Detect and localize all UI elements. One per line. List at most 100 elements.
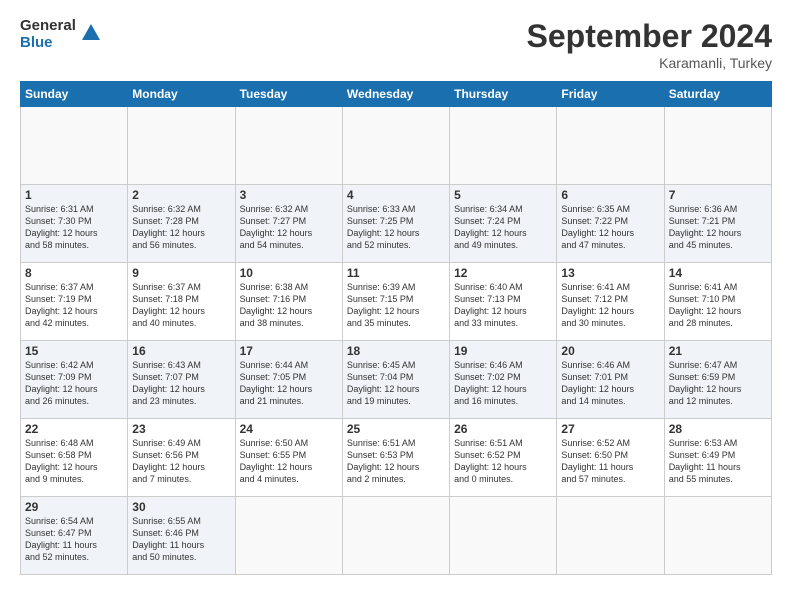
day-cell: 10Sunrise: 6:38 AMSunset: 7:16 PMDayligh… bbox=[235, 263, 342, 341]
day-cell: 26Sunrise: 6:51 AMSunset: 6:52 PMDayligh… bbox=[450, 419, 557, 497]
day-cell: 8Sunrise: 6:37 AMSunset: 7:19 PMDaylight… bbox=[21, 263, 128, 341]
day-cell: 6Sunrise: 6:35 AMSunset: 7:22 PMDaylight… bbox=[557, 185, 664, 263]
day-info: Sunrise: 6:37 AMSunset: 7:18 PMDaylight:… bbox=[132, 281, 230, 330]
day-number: 15 bbox=[25, 344, 123, 358]
logo-general: General bbox=[20, 18, 76, 35]
week-row-0 bbox=[21, 107, 772, 185]
day-cell: 4Sunrise: 6:33 AMSunset: 7:25 PMDaylight… bbox=[342, 185, 449, 263]
day-info: Sunrise: 6:41 AMSunset: 7:10 PMDaylight:… bbox=[669, 281, 767, 330]
day-cell bbox=[557, 497, 664, 575]
day-cell: 7Sunrise: 6:36 AMSunset: 7:21 PMDaylight… bbox=[664, 185, 771, 263]
day-number: 7 bbox=[669, 188, 767, 202]
day-number: 22 bbox=[25, 422, 123, 436]
day-info: Sunrise: 6:48 AMSunset: 6:58 PMDaylight:… bbox=[25, 437, 123, 486]
col-monday: Monday bbox=[128, 82, 235, 107]
day-info: Sunrise: 6:34 AMSunset: 7:24 PMDaylight:… bbox=[454, 203, 552, 252]
day-number: 11 bbox=[347, 266, 445, 280]
day-cell bbox=[128, 107, 235, 185]
day-info: Sunrise: 6:41 AMSunset: 7:12 PMDaylight:… bbox=[561, 281, 659, 330]
day-info: Sunrise: 6:54 AMSunset: 6:47 PMDaylight:… bbox=[25, 515, 123, 564]
col-thursday: Thursday bbox=[450, 82, 557, 107]
day-cell: 11Sunrise: 6:39 AMSunset: 7:15 PMDayligh… bbox=[342, 263, 449, 341]
day-cell: 29Sunrise: 6:54 AMSunset: 6:47 PMDayligh… bbox=[21, 497, 128, 575]
calendar-table: Sunday Monday Tuesday Wednesday Thursday… bbox=[20, 81, 772, 575]
day-cell: 3Sunrise: 6:32 AMSunset: 7:27 PMDaylight… bbox=[235, 185, 342, 263]
week-row-5: 29Sunrise: 6:54 AMSunset: 6:47 PMDayligh… bbox=[21, 497, 772, 575]
day-info: Sunrise: 6:32 AMSunset: 7:28 PMDaylight:… bbox=[132, 203, 230, 252]
day-cell: 17Sunrise: 6:44 AMSunset: 7:05 PMDayligh… bbox=[235, 341, 342, 419]
day-number: 1 bbox=[25, 188, 123, 202]
day-info: Sunrise: 6:35 AMSunset: 7:22 PMDaylight:… bbox=[561, 203, 659, 252]
day-number: 21 bbox=[669, 344, 767, 358]
day-info: Sunrise: 6:32 AMSunset: 7:27 PMDaylight:… bbox=[240, 203, 338, 252]
day-number: 16 bbox=[132, 344, 230, 358]
day-number: 10 bbox=[240, 266, 338, 280]
day-number: 13 bbox=[561, 266, 659, 280]
day-cell bbox=[450, 497, 557, 575]
day-info: Sunrise: 6:50 AMSunset: 6:55 PMDaylight:… bbox=[240, 437, 338, 486]
day-number: 8 bbox=[25, 266, 123, 280]
day-number: 3 bbox=[240, 188, 338, 202]
day-cell bbox=[664, 497, 771, 575]
day-number: 19 bbox=[454, 344, 552, 358]
col-saturday: Saturday bbox=[664, 82, 771, 107]
day-info: Sunrise: 6:46 AMSunset: 7:01 PMDaylight:… bbox=[561, 359, 659, 408]
day-info: Sunrise: 6:55 AMSunset: 6:46 PMDaylight:… bbox=[132, 515, 230, 564]
day-number: 2 bbox=[132, 188, 230, 202]
day-cell: 13Sunrise: 6:41 AMSunset: 7:12 PMDayligh… bbox=[557, 263, 664, 341]
logo: General Blue bbox=[20, 18, 102, 51]
day-cell bbox=[342, 497, 449, 575]
day-cell: 15Sunrise: 6:42 AMSunset: 7:09 PMDayligh… bbox=[21, 341, 128, 419]
day-cell: 23Sunrise: 6:49 AMSunset: 6:56 PMDayligh… bbox=[128, 419, 235, 497]
day-cell: 30Sunrise: 6:55 AMSunset: 6:46 PMDayligh… bbox=[128, 497, 235, 575]
day-cell bbox=[450, 107, 557, 185]
day-number: 23 bbox=[132, 422, 230, 436]
day-info: Sunrise: 6:52 AMSunset: 6:50 PMDaylight:… bbox=[561, 437, 659, 486]
week-row-1: 1Sunrise: 6:31 AMSunset: 7:30 PMDaylight… bbox=[21, 185, 772, 263]
day-info: Sunrise: 6:44 AMSunset: 7:05 PMDaylight:… bbox=[240, 359, 338, 408]
day-info: Sunrise: 6:45 AMSunset: 7:04 PMDaylight:… bbox=[347, 359, 445, 408]
day-cell: 19Sunrise: 6:46 AMSunset: 7:02 PMDayligh… bbox=[450, 341, 557, 419]
day-number: 12 bbox=[454, 266, 552, 280]
day-cell bbox=[342, 107, 449, 185]
day-cell: 5Sunrise: 6:34 AMSunset: 7:24 PMDaylight… bbox=[450, 185, 557, 263]
day-number: 25 bbox=[347, 422, 445, 436]
day-number: 26 bbox=[454, 422, 552, 436]
day-info: Sunrise: 6:51 AMSunset: 6:53 PMDaylight:… bbox=[347, 437, 445, 486]
day-info: Sunrise: 6:36 AMSunset: 7:21 PMDaylight:… bbox=[669, 203, 767, 252]
day-cell: 12Sunrise: 6:40 AMSunset: 7:13 PMDayligh… bbox=[450, 263, 557, 341]
subtitle: Karamanli, Turkey bbox=[527, 55, 772, 71]
day-number: 30 bbox=[132, 500, 230, 514]
day-info: Sunrise: 6:40 AMSunset: 7:13 PMDaylight:… bbox=[454, 281, 552, 330]
day-info: Sunrise: 6:39 AMSunset: 7:15 PMDaylight:… bbox=[347, 281, 445, 330]
day-cell: 1Sunrise: 6:31 AMSunset: 7:30 PMDaylight… bbox=[21, 185, 128, 263]
day-number: 4 bbox=[347, 188, 445, 202]
title-block: September 2024 Karamanli, Turkey bbox=[527, 18, 772, 71]
day-number: 29 bbox=[25, 500, 123, 514]
day-number: 20 bbox=[561, 344, 659, 358]
day-number: 14 bbox=[669, 266, 767, 280]
day-info: Sunrise: 6:33 AMSunset: 7:25 PMDaylight:… bbox=[347, 203, 445, 252]
day-cell: 9Sunrise: 6:37 AMSunset: 7:18 PMDaylight… bbox=[128, 263, 235, 341]
col-friday: Friday bbox=[557, 82, 664, 107]
day-cell bbox=[235, 107, 342, 185]
day-number: 9 bbox=[132, 266, 230, 280]
page: General Blue September 2024 Karamanli, T… bbox=[0, 0, 792, 612]
day-cell: 24Sunrise: 6:50 AMSunset: 6:55 PMDayligh… bbox=[235, 419, 342, 497]
week-row-2: 8Sunrise: 6:37 AMSunset: 7:19 PMDaylight… bbox=[21, 263, 772, 341]
day-info: Sunrise: 6:51 AMSunset: 6:52 PMDaylight:… bbox=[454, 437, 552, 486]
day-info: Sunrise: 6:53 AMSunset: 6:49 PMDaylight:… bbox=[669, 437, 767, 486]
logo-blue: Blue bbox=[20, 35, 76, 52]
day-cell: 27Sunrise: 6:52 AMSunset: 6:50 PMDayligh… bbox=[557, 419, 664, 497]
month-title: September 2024 bbox=[527, 18, 772, 55]
day-cell: 21Sunrise: 6:47 AMSunset: 6:59 PMDayligh… bbox=[664, 341, 771, 419]
day-info: Sunrise: 6:38 AMSunset: 7:16 PMDaylight:… bbox=[240, 281, 338, 330]
day-info: Sunrise: 6:42 AMSunset: 7:09 PMDaylight:… bbox=[25, 359, 123, 408]
col-sunday: Sunday bbox=[21, 82, 128, 107]
day-cell bbox=[21, 107, 128, 185]
day-number: 27 bbox=[561, 422, 659, 436]
day-number: 17 bbox=[240, 344, 338, 358]
header-row: Sunday Monday Tuesday Wednesday Thursday… bbox=[21, 82, 772, 107]
day-number: 28 bbox=[669, 422, 767, 436]
day-cell: 16Sunrise: 6:43 AMSunset: 7:07 PMDayligh… bbox=[128, 341, 235, 419]
